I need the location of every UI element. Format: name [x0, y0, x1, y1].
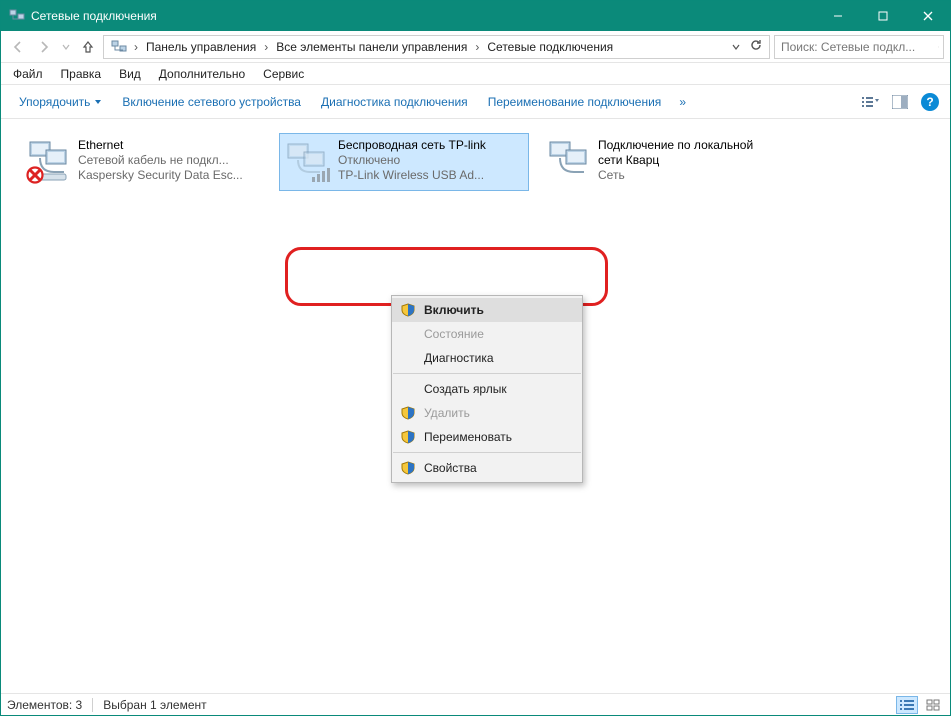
network-connections-icon	[110, 38, 128, 56]
help-button[interactable]: ?	[918, 90, 942, 114]
view-options-button[interactable]	[858, 90, 882, 114]
lan-icon	[544, 138, 592, 186]
connection-status: Отключено	[338, 153, 486, 168]
recent-locations-button[interactable]	[59, 36, 73, 58]
chevron-right-icon: ›	[473, 40, 481, 54]
ctx-separator	[393, 452, 581, 453]
refresh-button[interactable]	[747, 38, 765, 55]
connection-detail: Kaspersky Security Data Esc...	[78, 168, 243, 183]
ctx-item-delete: Удалить	[392, 401, 582, 425]
menu-view[interactable]: Вид	[111, 65, 149, 83]
preview-pane-button[interactable]	[888, 90, 912, 114]
connection-list: Ethernet Сетевой кабель не подкл... Kasp…	[1, 119, 950, 205]
address-row: › Панель управления › Все элементы панел…	[1, 31, 950, 63]
breadcrumb[interactable]: › Панель управления › Все элементы панел…	[103, 35, 770, 59]
menubar: Файл Правка Вид Дополнительно Сервис	[1, 63, 950, 85]
search-input[interactable]	[779, 39, 938, 55]
ctx-item-enable[interactable]: Включить	[392, 298, 582, 322]
ctx-label: Диагностика	[424, 351, 494, 365]
organize-button[interactable]: Упорядочить	[9, 91, 112, 113]
toolbar-overflow-button[interactable]: »	[671, 91, 694, 113]
dropdown-arrow-icon	[94, 98, 102, 106]
search-box[interactable]	[774, 35, 944, 59]
status-selection: Выбран 1 элемент	[103, 698, 206, 712]
shield-icon	[400, 405, 416, 421]
ctx-label: Включить	[424, 303, 484, 317]
rename-connection-button[interactable]: Переименование подключения	[478, 91, 672, 113]
ctx-item-status: Состояние	[392, 322, 582, 346]
menu-edit[interactable]: Правка	[53, 65, 110, 83]
window-title: Сетевые подключения	[31, 9, 815, 23]
ctx-item-diagnose[interactable]: Диагностика	[392, 346, 582, 370]
organize-label: Упорядочить	[19, 95, 90, 109]
menu-file[interactable]: Файл	[5, 65, 51, 83]
address-dropdown-button[interactable]	[727, 40, 745, 54]
help-icon: ?	[921, 93, 939, 111]
connection-status: Сетевой кабель не подкл...	[78, 153, 243, 168]
status-item-count: Элементов: 3	[7, 698, 82, 712]
connection-name: Ethernet	[78, 138, 243, 153]
connection-status: Сеть	[598, 168, 768, 183]
ethernet-icon	[24, 138, 72, 186]
content-area: Ethernet Сетевой кабель не подкл... Kasp…	[1, 119, 950, 693]
statusbar: Элементов: 3 Выбран 1 элемент	[1, 693, 950, 715]
window: Сетевые подключения	[0, 0, 951, 716]
connection-detail: TP-Link Wireless USB Ad...	[338, 168, 486, 183]
shield-icon	[400, 429, 416, 445]
back-button[interactable]	[7, 36, 29, 58]
ctx-label: Состояние	[424, 327, 484, 341]
search-icon	[938, 40, 939, 54]
titlebar: Сетевые подключения	[1, 1, 950, 31]
ctx-label: Переименовать	[424, 430, 512, 444]
ctx-item-rename[interactable]: Переименовать	[392, 425, 582, 449]
window-controls	[815, 1, 950, 31]
menu-service[interactable]: Сервис	[255, 65, 312, 83]
chevron-right-icon: ›	[262, 40, 270, 54]
toolbar: Упорядочить Включение сетевого устройств…	[1, 85, 950, 119]
connection-name: Подключение по локальной сети Кварц	[598, 138, 768, 168]
shield-icon	[400, 302, 416, 318]
ctx-label: Свойства	[424, 461, 477, 475]
status-separator	[92, 698, 93, 712]
minimize-button[interactable]	[815, 1, 860, 31]
forward-button[interactable]	[33, 36, 55, 58]
ctx-separator	[393, 373, 581, 374]
breadcrumb-item[interactable]: Все элементы панели управления	[272, 38, 471, 56]
wireless-icon	[284, 138, 332, 186]
connection-item-lan-kvarc[interactable]: Подключение по локальной сети Кварц Сеть	[539, 133, 789, 191]
ctx-item-properties[interactable]: Свойства	[392, 456, 582, 480]
connection-item-ethernet[interactable]: Ethernet Сетевой кабель не подкл... Kasp…	[19, 133, 269, 191]
menu-extra[interactable]: Дополнительно	[151, 65, 253, 83]
breadcrumb-item[interactable]: Сетевые подключения	[483, 38, 617, 56]
maximize-button[interactable]	[860, 1, 905, 31]
details-view-button[interactable]	[896, 696, 918, 714]
ctx-label: Создать ярлык	[424, 382, 507, 396]
enable-device-button[interactable]: Включение сетевого устройства	[112, 91, 311, 113]
connection-name: Беспроводная сеть TP-link	[338, 138, 486, 153]
up-button[interactable]	[77, 36, 99, 58]
chevron-right-icon: ›	[132, 40, 140, 54]
close-button[interactable]	[905, 1, 950, 31]
ctx-item-create-shortcut[interactable]: Создать ярлык	[392, 377, 582, 401]
connection-item-wireless-tplink[interactable]: Беспроводная сеть TP-link Отключено TP-L…	[279, 133, 529, 191]
ctx-label: Удалить	[424, 406, 470, 420]
diagnose-connection-button[interactable]: Диагностика подключения	[311, 91, 478, 113]
shield-icon	[400, 460, 416, 476]
large-icons-view-button[interactable]	[922, 696, 944, 714]
toolbar-right-controls: ?	[858, 90, 942, 114]
context-menu: Включить Состояние Диагностика Создать я…	[391, 295, 583, 483]
network-connections-app-icon	[9, 8, 25, 24]
breadcrumb-item[interactable]: Панель управления	[142, 38, 260, 56]
